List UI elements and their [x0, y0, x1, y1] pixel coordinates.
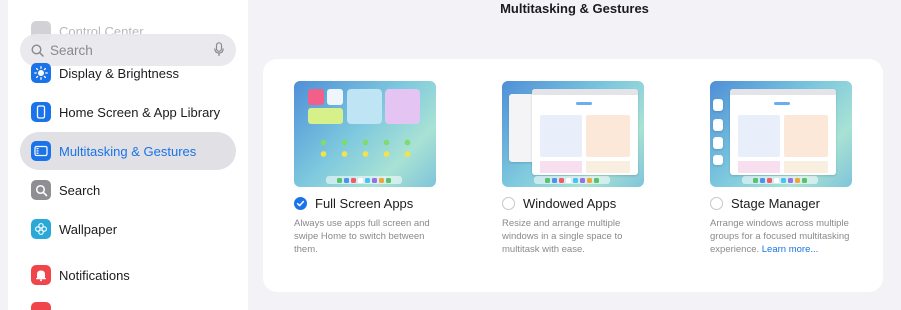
option-full-screen-apps[interactable]: Full Screen Apps Always use apps full sc… — [294, 81, 454, 256]
learn-more-link[interactable]: Learn more... — [762, 244, 819, 255]
dock — [326, 176, 402, 184]
windowed-preview — [502, 81, 644, 187]
flower-icon — [31, 219, 51, 239]
option-description: Always use apps full screen and swipe Ho… — [294, 218, 430, 255]
bell-icon — [31, 265, 51, 285]
stage-manager-preview — [710, 81, 852, 187]
phone-grid-icon — [31, 102, 51, 122]
settings-sidebar: Control Center Search Display & Brightne… — [8, 0, 248, 310]
multitasking-icon — [31, 141, 51, 161]
option-description: Arrange windows across multiple groups f… — [710, 217, 852, 256]
option-title: Stage Manager — [731, 196, 820, 211]
sidebar-item-multitasking[interactable]: Multitasking & Gestures — [20, 132, 236, 170]
sidebar-item-search[interactable]: Search — [20, 171, 236, 209]
sidebar-item-notifications[interactable]: Notifications — [20, 256, 236, 294]
sidebar-item-label: Display & Brightness — [59, 65, 179, 81]
sidebar-item-label: Multitasking & Gestures — [59, 143, 197, 159]
option-description: Resize and arrange multiple windows in a… — [502, 218, 623, 255]
sidebar-item-label: Notifications — [59, 267, 130, 283]
option-title: Windowed Apps — [523, 196, 617, 211]
dock — [534, 176, 610, 184]
sidebar-item-label: Wallpaper — [59, 221, 118, 237]
sidebar-item-home-screen[interactable]: Home Screen & App Library — [20, 93, 236, 131]
option-title: Full Screen Apps — [315, 196, 414, 211]
option-windowed-apps[interactable]: Windowed Apps Resize and arrange multipl… — [502, 81, 662, 256]
sidebar-item-label: Search — [59, 182, 101, 198]
radio-unselected-icon[interactable] — [502, 197, 515, 210]
sounds-icon — [31, 302, 51, 310]
sidebar-item-display-brightness[interactable]: Display & Brightness — [20, 54, 236, 92]
sun-icon — [31, 63, 51, 83]
dock — [742, 176, 818, 184]
option-stage-manager[interactable]: Stage Manager Arrange windows across mul… — [710, 81, 870, 256]
sidebar-item-label: Home Screen & App Library — [59, 104, 221, 120]
page-title: Multitasking & Gestures — [500, 1, 649, 16]
magnifier-icon — [31, 180, 51, 200]
sidebar-item-wallpaper[interactable]: Wallpaper — [20, 210, 236, 248]
multitasking-options-card: Full Screen Apps Always use apps full sc… — [263, 59, 883, 292]
radio-selected-icon[interactable] — [294, 197, 307, 210]
full-screen-preview — [294, 81, 436, 187]
radio-unselected-icon[interactable] — [710, 197, 723, 210]
